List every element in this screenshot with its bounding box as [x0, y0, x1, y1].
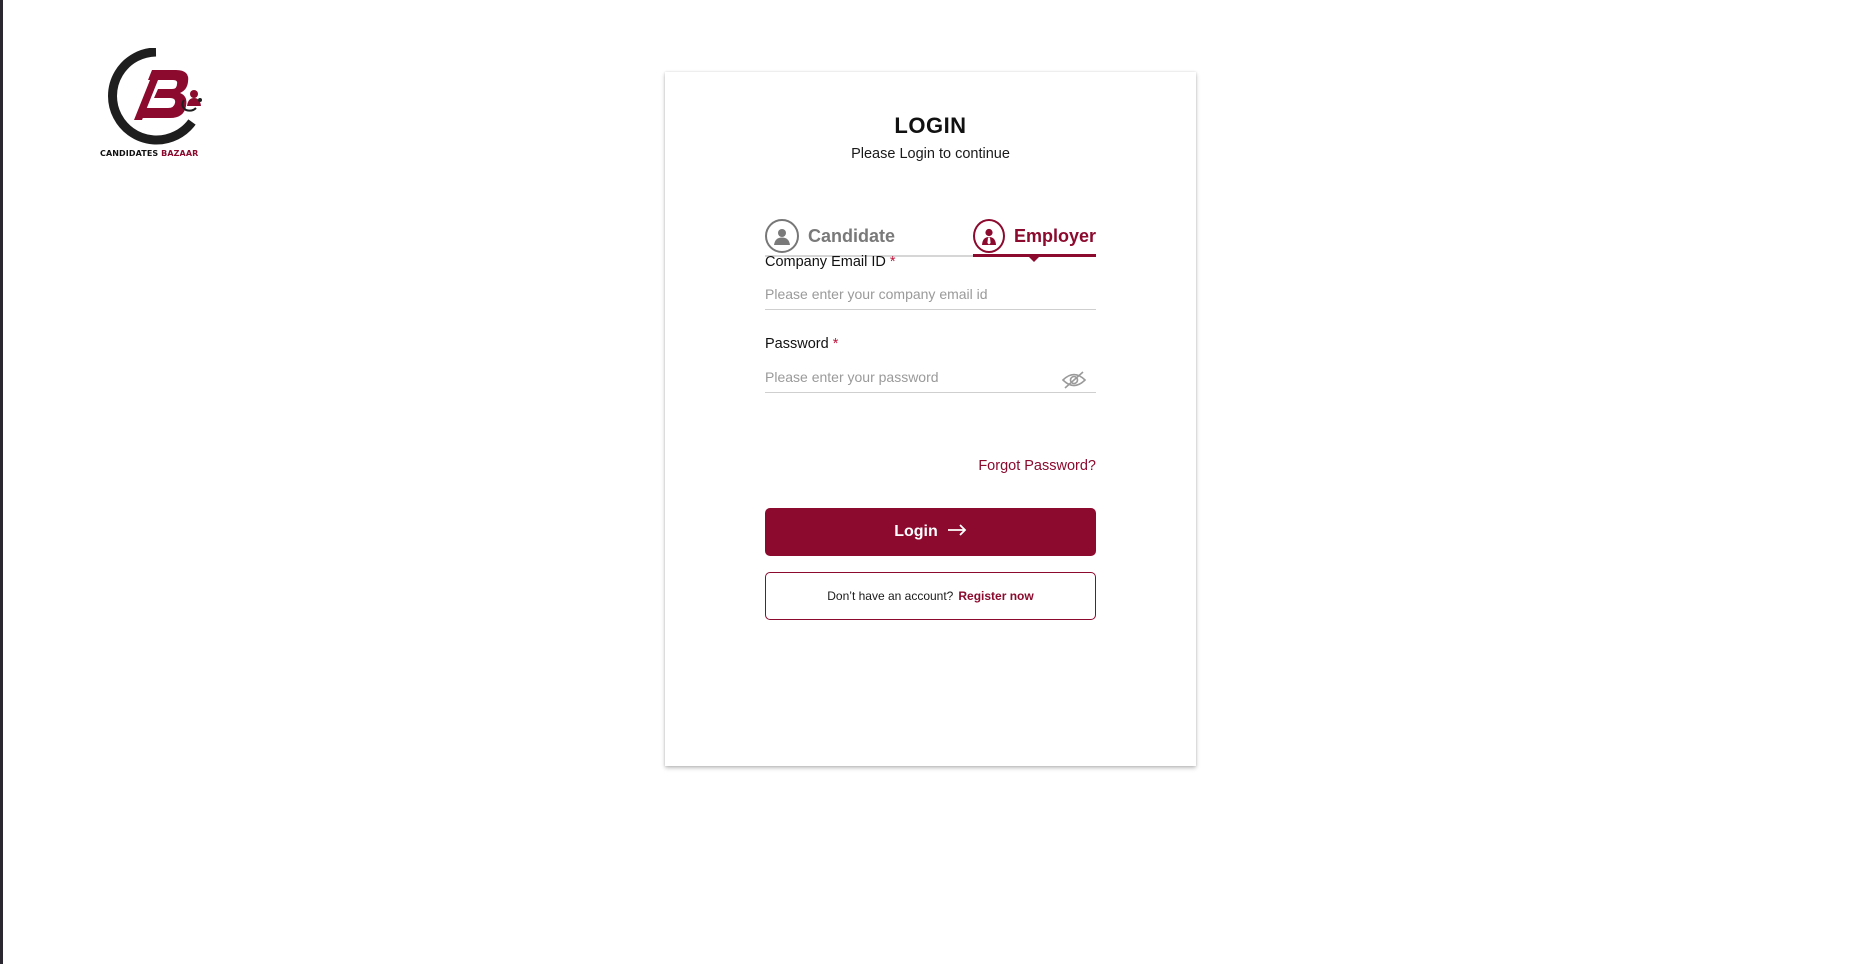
password-label: Password *	[765, 336, 838, 352]
forgot-password-link[interactable]: Forgot Password?	[978, 458, 1096, 474]
email-label-text: Company Email ID	[765, 254, 886, 270]
login-button[interactable]: Login	[765, 508, 1096, 556]
tab-employer-label: Employer	[1013, 225, 1096, 246]
login-page: CANDIDATES BAZAAR LOGIN Please Login to …	[0, 0, 1857, 964]
register-box: Don’t have an account? Register now	[765, 572, 1096, 620]
email-label: Company Email ID *	[765, 254, 896, 270]
page-title: LOGIN	[894, 113, 967, 138]
required-mark: *	[889, 254, 896, 270]
role-tabs: Candidate Employer	[765, 217, 1096, 262]
tab-candidate[interactable]: Candidate	[765, 217, 971, 255]
tab-candidate-label: Candidate	[808, 225, 896, 246]
page-subtitle: Please Login to continue	[851, 146, 1010, 162]
register-now-link[interactable]: Register now	[958, 589, 1033, 603]
window-edge	[0, 0, 3, 964]
arrow-right-icon	[947, 523, 967, 541]
email-field[interactable]	[765, 279, 1096, 310]
logo-text-primary: CANDIDATES	[100, 149, 159, 158]
brand-logo[interactable]: CANDIDATES BAZAAR	[96, 48, 206, 166]
active-tab-caret	[1029, 257, 1039, 262]
eye-off-icon[interactable]	[1061, 370, 1087, 390]
register-prompt: Don’t have an account?	[827, 589, 954, 603]
employer-icon	[973, 219, 1005, 253]
user-icon	[765, 219, 799, 253]
password-field[interactable]	[765, 362, 1096, 393]
password-label-text: Password	[765, 336, 829, 352]
tab-employer[interactable]: Employer	[973, 217, 1096, 255]
required-mark: *	[832, 336, 839, 352]
cb-logo-icon	[108, 48, 202, 145]
logo-wordmark: CANDIDATES BAZAAR	[100, 149, 204, 158]
logo-text-accent: BAZAAR	[161, 149, 199, 158]
login-button-label: Login	[894, 523, 938, 540]
login-card: LOGIN Please Login to continue Candidate	[665, 72, 1196, 766]
